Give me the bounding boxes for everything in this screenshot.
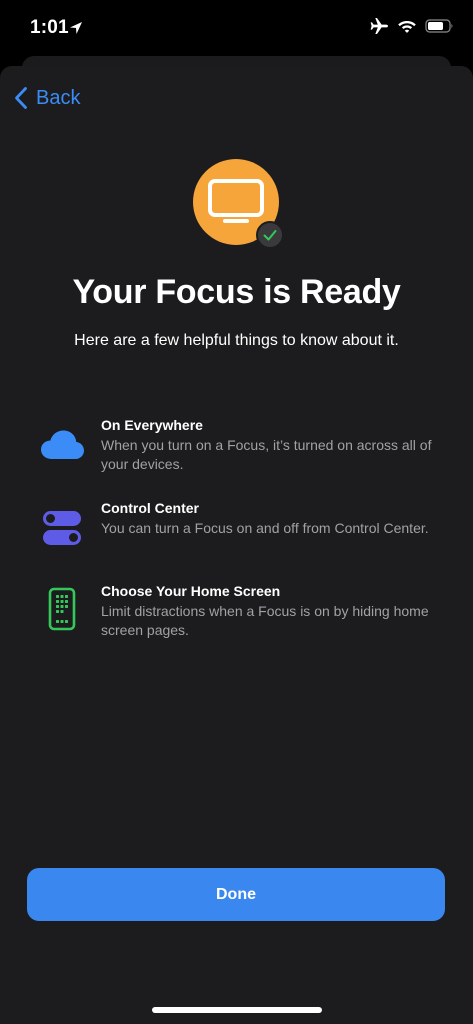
wifi-icon (398, 21, 416, 33)
feature-description: Limit distractions when a Focus is on by… (101, 603, 429, 638)
status-time: 1:01 (30, 17, 69, 38)
page-title: Your Focus is Ready (72, 273, 401, 311)
back-button[interactable]: Back (14, 86, 80, 110)
feature-title: Control Center (101, 500, 199, 516)
battery-icon (425, 19, 453, 33)
airplane-icon (370, 18, 388, 34)
status-bar: 1:01 (0, 0, 473, 56)
checkmark-icon (256, 221, 284, 249)
page-subtitle: Here are a few helpful things to know ab… (74, 332, 399, 349)
status-indicators (369, 17, 455, 35)
location-arrow-icon (70, 22, 82, 34)
phone-home-screen-icon (48, 587, 76, 631)
toggles-icon (43, 511, 81, 545)
focus-ready-sheet: Back Your Focus is Ready Here are a few … (0, 66, 473, 1024)
checkmark-glyph (263, 230, 277, 241)
cloud-icon (41, 430, 84, 459)
home-indicator[interactable] (152, 1007, 322, 1013)
chevron-left-icon (15, 87, 27, 109)
feature-title: Choose Your Home Screen (101, 583, 281, 599)
feature-description: When you turn on a Focus, it’s turned on… (101, 437, 432, 472)
feature-title: On Everywhere (101, 417, 203, 433)
feature-description: You can turn a Focus on and off from Con… (101, 520, 429, 536)
done-button[interactable]: Done (27, 868, 445, 921)
back-label: Back (36, 86, 81, 109)
